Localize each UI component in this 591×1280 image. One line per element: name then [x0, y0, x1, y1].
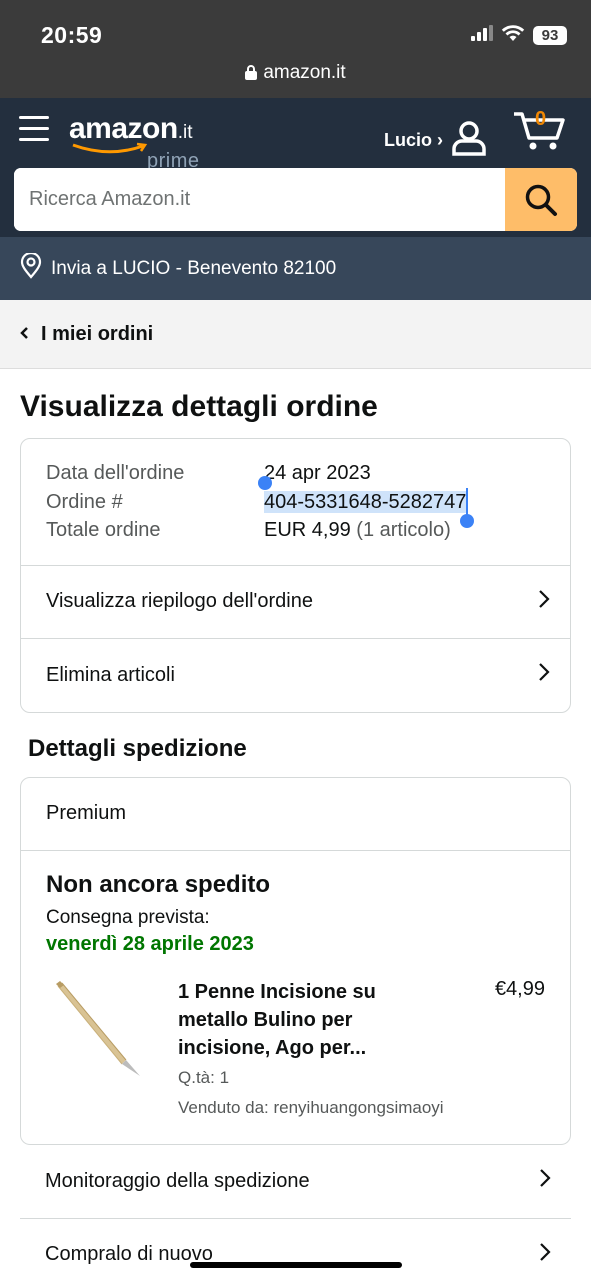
- shipping-section-title: Dettagli spedizione: [28, 734, 247, 762]
- order-total-label: Totale ordine: [46, 519, 161, 541]
- home-indicator[interactable]: [190, 1262, 402, 1268]
- view-order-summary-link[interactable]: Visualizza riepilogo dell'ordine: [21, 566, 570, 639]
- product-title-line-2: metallo Bulino per: [178, 1008, 353, 1031]
- selection-start-handle[interactable]: [258, 475, 272, 490]
- item-seller: Venduto da: renyihuangongsimaoyi: [178, 1097, 444, 1117]
- track-shipment-link[interactable]: Monitoraggio della spedizione: [20, 1145, 571, 1218]
- buy-again-label: Compralo di nuovo: [45, 1243, 213, 1265]
- url-bar[interactable]: amazon.it: [0, 62, 591, 86]
- account-label: Lucio ›: [384, 130, 443, 150]
- view-order-summary-label: Visualizza riepilogo dell'ordine: [46, 590, 313, 612]
- item-price: €4,99: [494, 977, 545, 1000]
- product-title-line-1: 1 Penne Incisione su: [178, 980, 376, 1003]
- shipment-status: Non ancora spedito: [46, 870, 271, 898]
- search-input[interactable]: [14, 168, 505, 231]
- battery-indicator: 93: [533, 26, 567, 45]
- wifi-icon: [501, 24, 525, 47]
- shipment-details: Non ancora spedito Consegna prevista: ve…: [21, 851, 570, 1144]
- status-time: 20:59: [41, 22, 103, 48]
- product-image[interactable]: [46, 978, 176, 1098]
- location-pin-icon: [19, 251, 43, 285]
- account-link[interactable]: Lucio ›: [384, 120, 487, 161]
- user-icon: [451, 120, 487, 161]
- expected-delivery-date: venerdì 28 aprile 2023: [46, 932, 254, 955]
- search-button[interactable]: [505, 168, 577, 231]
- lock-icon: [245, 64, 258, 86]
- order-number-selection[interactable]: 404-5331648-5282747: [258, 475, 475, 528]
- chevron-right-icon: [539, 1168, 551, 1194]
- order-item: 1 Penne Incisione su metallo Bulino per …: [46, 978, 545, 1118]
- expected-delivery-label: Consegna prevista:: [46, 906, 210, 928]
- signal-icon: [471, 25, 493, 46]
- chevron-right-icon: [539, 1242, 551, 1268]
- cart-button[interactable]: 0: [513, 108, 565, 157]
- status-bar: 20:59 93 amazon.it: [0, 0, 591, 98]
- status-icons: 93: [471, 24, 567, 47]
- logo-text: amazon: [69, 112, 178, 145]
- engraving-pen-icon: [56, 980, 140, 1076]
- logo-tld: .it: [177, 122, 193, 143]
- search-icon: [525, 184, 557, 216]
- track-shipment-label: Monitoraggio della spedizione: [45, 1169, 310, 1192]
- amazon-logo[interactable]: amazon.it prime: [69, 112, 199, 172]
- order-number-value[interactable]: 404-5331648-5282747: [264, 490, 467, 513]
- url-text: amazon.it: [263, 62, 346, 83]
- page-title: Visualizza dettagli ordine: [20, 390, 378, 423]
- order-date-value: 24 apr 2023: [264, 462, 371, 484]
- item-info: 1 Penne Incisione su metallo Bulino per …: [176, 978, 495, 1118]
- order-total-value: EUR 4,99 (1 articolo): [264, 516, 451, 545]
- order-info: Data dell'ordine 24 apr 2023 Ordine # 40…: [21, 439, 570, 566]
- shipment-actions: Monitoraggio della spedizione Compralo d…: [20, 1145, 571, 1280]
- item-quantity: Q.tà: 1: [178, 1067, 230, 1087]
- order-date-row: Data dell'ordine 24 apr 2023: [46, 459, 545, 488]
- back-label: I miei ordini: [41, 322, 154, 345]
- buy-again-link[interactable]: Compralo di nuovo: [20, 1217, 571, 1280]
- delete-items-label: Elimina articoli: [46, 663, 175, 686]
- deliver-to-bar[interactable]: Invia a LUCIO - Benevento 82100: [0, 237, 591, 300]
- breadcrumb-back[interactable]: I miei ordini: [0, 300, 591, 369]
- logo-smile-icon: [72, 142, 148, 154]
- order-total-items: (1 articolo): [356, 519, 451, 541]
- order-summary-card: Data dell'ordine 24 apr 2023 Ordine # 40…: [20, 438, 571, 713]
- order-total-amount: EUR 4,99: [264, 519, 351, 541]
- product-title-link[interactable]: 1 Penne Incisione su metallo Bulino per …: [178, 978, 403, 1062]
- product-title-line-3: incisione, Ago per...: [178, 1036, 367, 1059]
- delete-items-link[interactable]: Elimina articoli: [21, 639, 570, 712]
- chevron-left-icon: [20, 323, 29, 346]
- shipping-method: Premium: [21, 778, 570, 851]
- search-bar: [14, 168, 577, 231]
- chevron-right-icon: [538, 589, 550, 615]
- cart-count: 0: [535, 108, 547, 130]
- order-number-label: Ordine #: [46, 490, 123, 513]
- order-number-row: Ordine # 404-5331648-5282747: [46, 475, 545, 528]
- menu-icon[interactable]: [19, 116, 49, 147]
- order-date-label: Data dell'ordine: [46, 462, 185, 484]
- deliver-text: Invia a LUCIO - Benevento 82100: [51, 257, 337, 279]
- chevron-right-icon: [538, 662, 550, 688]
- site-header: amazon.it prime Lucio › 0: [0, 98, 591, 237]
- shipping-card: Premium Non ancora spedito Consegna prev…: [20, 776, 571, 1145]
